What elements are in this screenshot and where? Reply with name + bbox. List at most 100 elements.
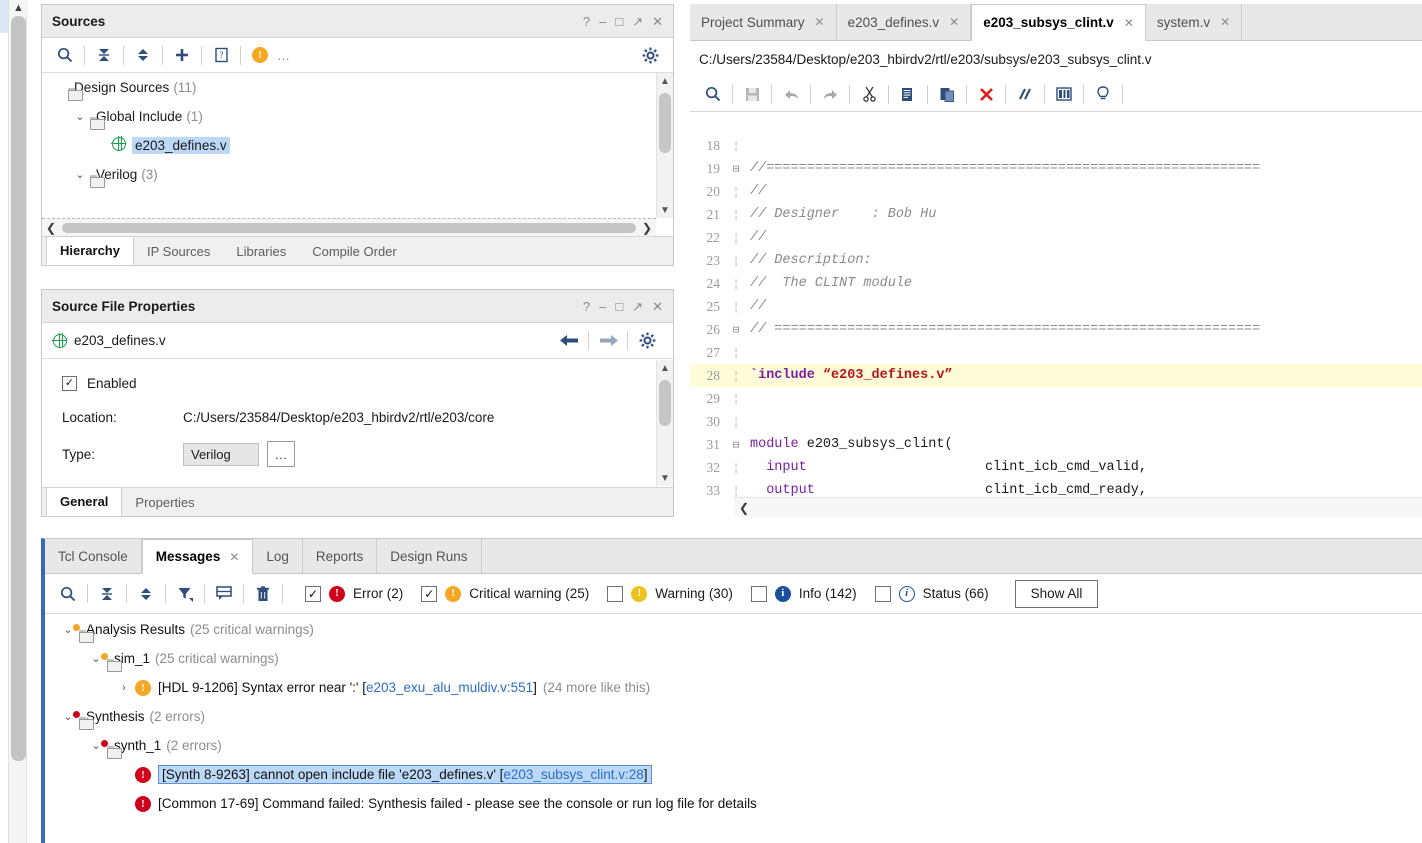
filter-info[interactable]: i Info (142) [750,585,857,602]
messages-tab-log[interactable]: Log [253,539,303,573]
chat-icon[interactable] [209,580,239,607]
code-fold-icon[interactable]: ⊟ [728,438,744,452]
undo-icon[interactable] [776,81,806,108]
sources-vertical-scrollbar[interactable]: ▲ ▼ [656,73,673,218]
message-link[interactable]: e203_exu_alu_muldiv.v:551 [366,680,533,695]
close-icon[interactable]: ✕ [949,15,959,29]
editor-tab-bar[interactable]: Project Summary ✕ e203_defines.v ✕ e203_subs… [690,4,1422,41]
scroll-down-icon[interactable]: ▼ [657,202,673,218]
scrollbar-thumb[interactable] [11,16,26,761]
chevron-down-icon[interactable]: ⌄ [70,110,90,123]
filter-status[interactable]: i Status (66) [874,585,989,602]
message-row[interactable]: ! [Synth 8-9263] cannot open include file… [45,760,1422,789]
show-all-button[interactable]: Show All [1014,579,1099,608]
copy-icon[interactable] [893,81,923,108]
tree-item[interactable]: ⌄ Global Include (1) [42,102,673,131]
filter-icon[interactable] [170,580,200,607]
message-row[interactable]: ⌄ Analysis Results (25 critical warnings) [45,615,1422,644]
filter-checkbox-status[interactable] [874,585,891,602]
sources-more-label[interactable]: … [277,48,290,63]
tree-item[interactable]: Design Sources (11) [42,73,673,102]
message-row[interactable]: ! [Common 17-69] Command failed: Synthesi… [45,789,1422,818]
add-sources-icon[interactable] [167,42,197,69]
search-icon[interactable] [698,81,728,108]
sources-tree[interactable]: Design Sources (11) ⌄ Global Include (1) e203… [42,73,673,218]
sfprops-bottom-tabs[interactable]: General Properties [42,487,673,516]
scroll-up-icon[interactable]: ▲ [657,73,673,89]
expand-all-icon[interactable] [131,580,161,607]
sources-tab-compile-order[interactable]: Compile Order [299,237,410,265]
minimize-icon[interactable]: – [599,300,606,313]
scroll-up-icon[interactable]: ▲ [657,360,673,376]
type-row[interactable]: Type: Verilog … [42,441,673,467]
close-icon[interactable]: ✕ [229,550,239,564]
message-link[interactable]: e203_subsys_clint.v:28 [503,767,643,782]
scroll-left-icon[interactable]: ❮ [734,501,754,515]
sources-horizontal-scrollbar[interactable]: ❮ ❯ [42,218,656,236]
messages-tree[interactable]: ⌄ Analysis Results (25 critical warnings) ⌄… [45,615,1422,843]
scroll-up-arrow-icon[interactable]: ▲ [9,0,28,15]
tree-item[interactable]: ⌄ Verilog (3) [42,160,673,189]
cut-icon[interactable] [854,81,884,108]
sources-tab-ip-sources[interactable]: IP Sources [134,237,223,265]
close-icon[interactable]: ✕ [815,15,825,29]
enabled-row[interactable]: ✓ Enabled [42,376,673,391]
collapse-all-icon[interactable] [89,42,119,69]
messages-tab-design-runs[interactable]: Design Runs [377,539,482,573]
scrollbar-thumb[interactable] [62,222,636,233]
editor-tab-e203-defines-v[interactable]: e203_defines.v ✕ [836,4,972,40]
close-icon[interactable]: ✕ [652,15,663,28]
scroll-right-icon[interactable]: ❯ [638,221,656,235]
scrollbar-thumb[interactable] [659,93,671,153]
sources-tab-hierarchy[interactable]: Hierarchy [46,236,134,265]
filter-checkbox-critical[interactable]: ✓ [421,585,438,602]
maximize-icon[interactable]: □ [615,15,623,28]
settings-gear-icon[interactable] [635,42,665,69]
filter-error[interactable]: ✓! Error (2) [305,585,403,602]
sfprops-tab-properties[interactable]: Properties [122,488,207,516]
editor-tab-e203-subsys-clint-v[interactable]: e203_subsys_clint.v ✕ [971,4,1146,41]
settings-gear-icon[interactable] [632,327,662,354]
delete-icon[interactable] [971,81,1001,108]
filter-checkbox-info[interactable] [750,585,767,602]
scroll-left-icon[interactable]: ❮ [42,221,60,235]
type-combo[interactable]: Verilog [183,442,259,466]
sfprops-tab-general[interactable]: General [46,487,123,516]
code-fold-icon[interactable]: ⊟ [728,162,744,176]
search-icon[interactable] [53,580,83,607]
message-row[interactable]: ⌄ sim_1 (25 critical warnings) [45,644,1422,673]
editor-horizontal-scrollbar[interactable]: ❮ [734,497,1422,517]
filter-checkbox-error[interactable]: ✓ [305,585,321,602]
messages-tab-messages[interactable]: Messages ✕ [141,539,254,574]
message-row[interactable]: ⌄ Synthesis (2 errors) [45,702,1422,731]
minimize-icon[interactable]: – [599,15,606,28]
sources-tab-libraries[interactable]: Libraries [223,237,299,265]
close-icon[interactable]: ✕ [1220,15,1230,29]
editor-tab-project-summary[interactable]: Project Summary ✕ [690,4,837,40]
save-icon[interactable] [737,81,767,108]
sources-bottom-tabs[interactable]: Hierarchy IP Sources Libraries Compile Orde… [42,236,673,265]
expand-all-icon[interactable] [128,42,158,69]
tree-item[interactable]: e203_defines.v [42,131,673,160]
filter-critical[interactable]: ✓! Critical warning (25) [421,585,589,602]
message-row[interactable]: ›! [HDL 9-1206] Syntax error near ':' [e2… [45,673,1422,702]
messages-tab-bar[interactable]: Tcl Console Messages ✕ Log Reports Design Run… [45,539,1422,574]
columns-icon[interactable] [1049,81,1079,108]
close-icon[interactable]: ✕ [1124,16,1134,30]
messages-tab-tcl-console[interactable]: Tcl Console [45,539,142,573]
code-content[interactable]: 18 ¦ 19 ⊟ //================================… [690,134,1422,517]
comment-icon[interactable] [1010,81,1040,108]
warning-icon[interactable]: ! [245,42,275,69]
scroll-down-icon[interactable]: ▼ [657,470,673,486]
sfprops-vertical-scrollbar[interactable]: ▲ ▼ [656,360,673,486]
collapse-all-icon[interactable] [92,580,122,607]
search-icon[interactable] [50,42,80,69]
chevron-down-icon[interactable]: ⌄ [70,168,90,181]
help-icon[interactable]: ? [583,300,590,313]
float-icon[interactable]: ↗ [632,300,643,313]
type-browse-button[interactable]: … [267,441,295,467]
filter-checkbox-warning[interactable] [607,585,624,602]
scrollbar-thumb[interactable] [659,380,671,426]
paste-icon[interactable] [932,81,962,108]
close-icon[interactable]: ✕ [652,300,663,313]
